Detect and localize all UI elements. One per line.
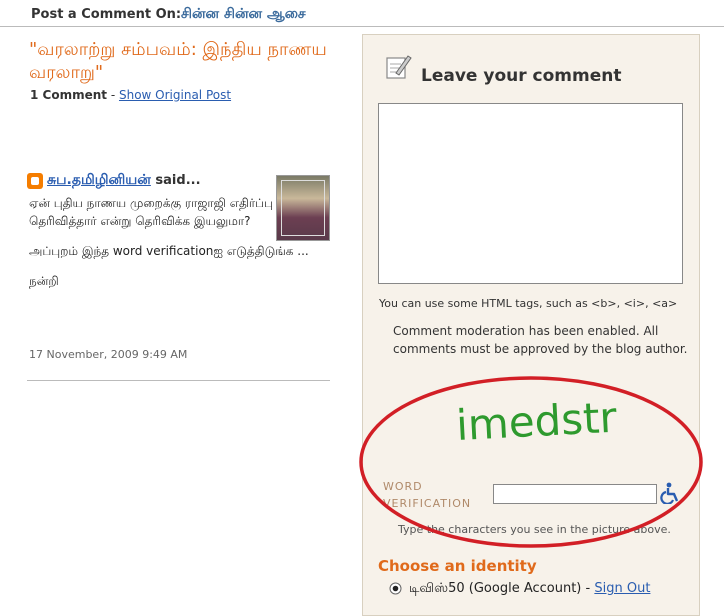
moderation-notice: Comment moderation has been enabled. All… bbox=[393, 324, 688, 356]
header-prefix: Post a Comment On: bbox=[31, 7, 182, 22]
leave-comment-heading: Leave your comment bbox=[421, 66, 622, 86]
account-name: டிவிஸ்50 (Google Account) bbox=[409, 581, 582, 596]
comment-textarea[interactable] bbox=[378, 103, 683, 284]
captcha-image: imedstr bbox=[446, 390, 622, 448]
pencil-icon bbox=[386, 55, 412, 79]
comment-body: ஏன் புதிய நாணய முறைக்கு ராஜாஜி எதிர்ப்பு… bbox=[29, 194, 334, 302]
comment-author-link[interactable]: சுப.தமிழினியன் bbox=[47, 172, 151, 188]
comment-paragraph: நன்றி bbox=[29, 274, 59, 288]
accessibility-icon[interactable] bbox=[660, 482, 680, 504]
post-title: "வரலாற்று சம்பவம்: இந்திய நாணய வரலாறு" bbox=[29, 39, 327, 83]
word-verification-input[interactable] bbox=[493, 484, 657, 504]
comment-paragraph: ஏன் புதிய நாணய முறைக்கு ராஜாஜி எதிர்ப்பு… bbox=[29, 196, 274, 228]
word-verification-label: WORD VERIFICATION bbox=[383, 478, 471, 512]
page-header: Post a Comment On: சின்ன சின்ன ஆசை bbox=[0, 0, 724, 27]
comment-timestamp: 17 November, 2009 9:49 AM bbox=[29, 348, 188, 361]
sign-out-link[interactable]: Sign Out bbox=[594, 581, 650, 596]
comment-count: 1 Comment bbox=[30, 88, 108, 102]
divider bbox=[27, 380, 330, 381]
type-characters-hint: Type the characters you see in the pictu… bbox=[398, 523, 671, 536]
word-verification-label-line2: VERIFICATION bbox=[383, 497, 472, 510]
google-account-option: டிவிஸ்50 (Google Account) - Sign Out bbox=[409, 581, 650, 597]
word-verification-label-line1: WORD bbox=[383, 480, 423, 493]
captcha-text: imedstr bbox=[455, 393, 619, 448]
comment-paragraph: அப்புறம் இந்த word verificationஐ எடுத்தி… bbox=[29, 244, 309, 258]
meta-separator: - bbox=[107, 88, 119, 102]
said-label: said... bbox=[150, 173, 201, 188]
blogger-icon bbox=[27, 172, 43, 189]
html-tags-hint: You can use some HTML tags, such as <b>,… bbox=[379, 297, 678, 310]
show-original-post-link[interactable]: Show Original Post bbox=[119, 88, 231, 102]
comment-meta: 1 Comment - Show Original Post bbox=[30, 88, 231, 102]
choose-identity-heading: Choose an identity bbox=[378, 557, 537, 575]
radio-selected-icon[interactable] bbox=[389, 582, 402, 595]
account-separator: - bbox=[581, 581, 595, 596]
comment-author-line: சுப.தமிழினியன் said... bbox=[27, 170, 277, 190]
blog-name-link[interactable]: சின்ன சின்ன ஆசை bbox=[181, 6, 306, 24]
